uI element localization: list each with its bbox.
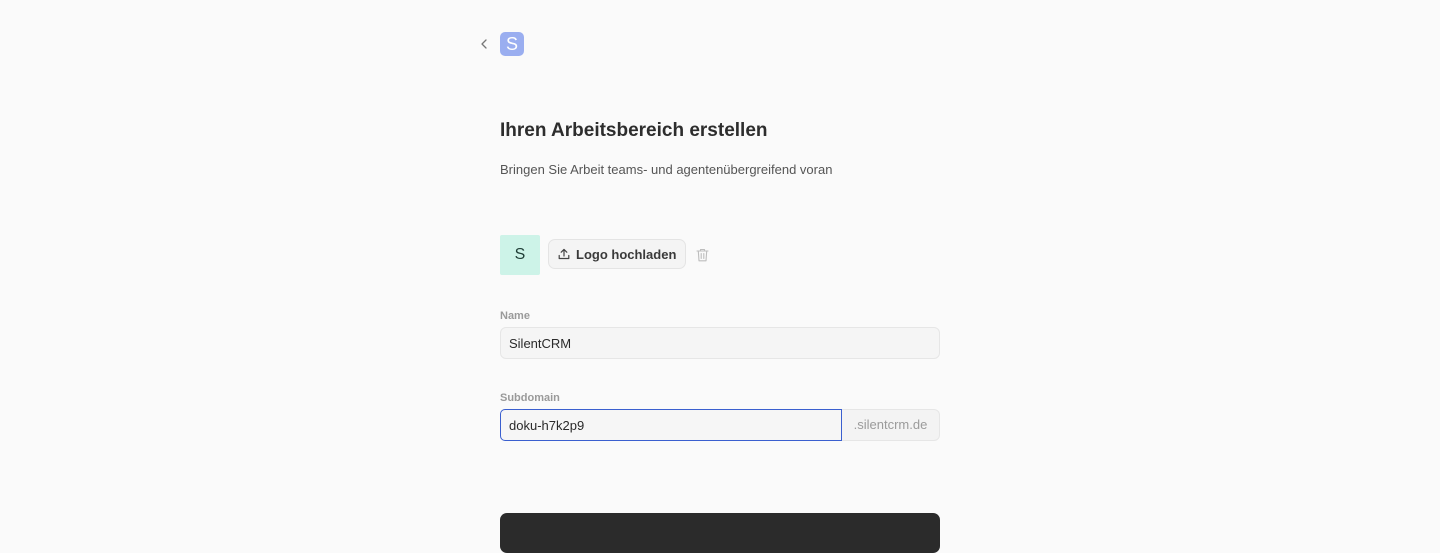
upload-logo-button[interactable]: Logo hochladen xyxy=(548,239,687,269)
workspace-avatar: S xyxy=(500,235,540,275)
chevron-left-icon xyxy=(481,39,487,49)
upload-logo-label: Logo hochladen xyxy=(576,246,677,262)
page-subtitle: Bringen Sie Arbeit teams- und agentenübe… xyxy=(500,162,833,177)
page-title: Ihren Arbeitsbereich erstellen xyxy=(500,120,768,141)
app-logo: S xyxy=(500,32,524,56)
subdomain-label: Subdomain xyxy=(500,392,560,404)
subdomain-suffix: .silentcrm.de xyxy=(842,409,940,441)
back-button[interactable] xyxy=(476,36,492,52)
name-input[interactable] xyxy=(500,327,940,359)
create-workspace-button[interactable] xyxy=(500,513,940,553)
subdomain-input[interactable] xyxy=(500,409,842,441)
upload-icon xyxy=(558,248,570,260)
delete-logo-button[interactable] xyxy=(695,247,709,263)
trash-icon xyxy=(695,248,709,262)
name-label: Name xyxy=(500,310,530,322)
